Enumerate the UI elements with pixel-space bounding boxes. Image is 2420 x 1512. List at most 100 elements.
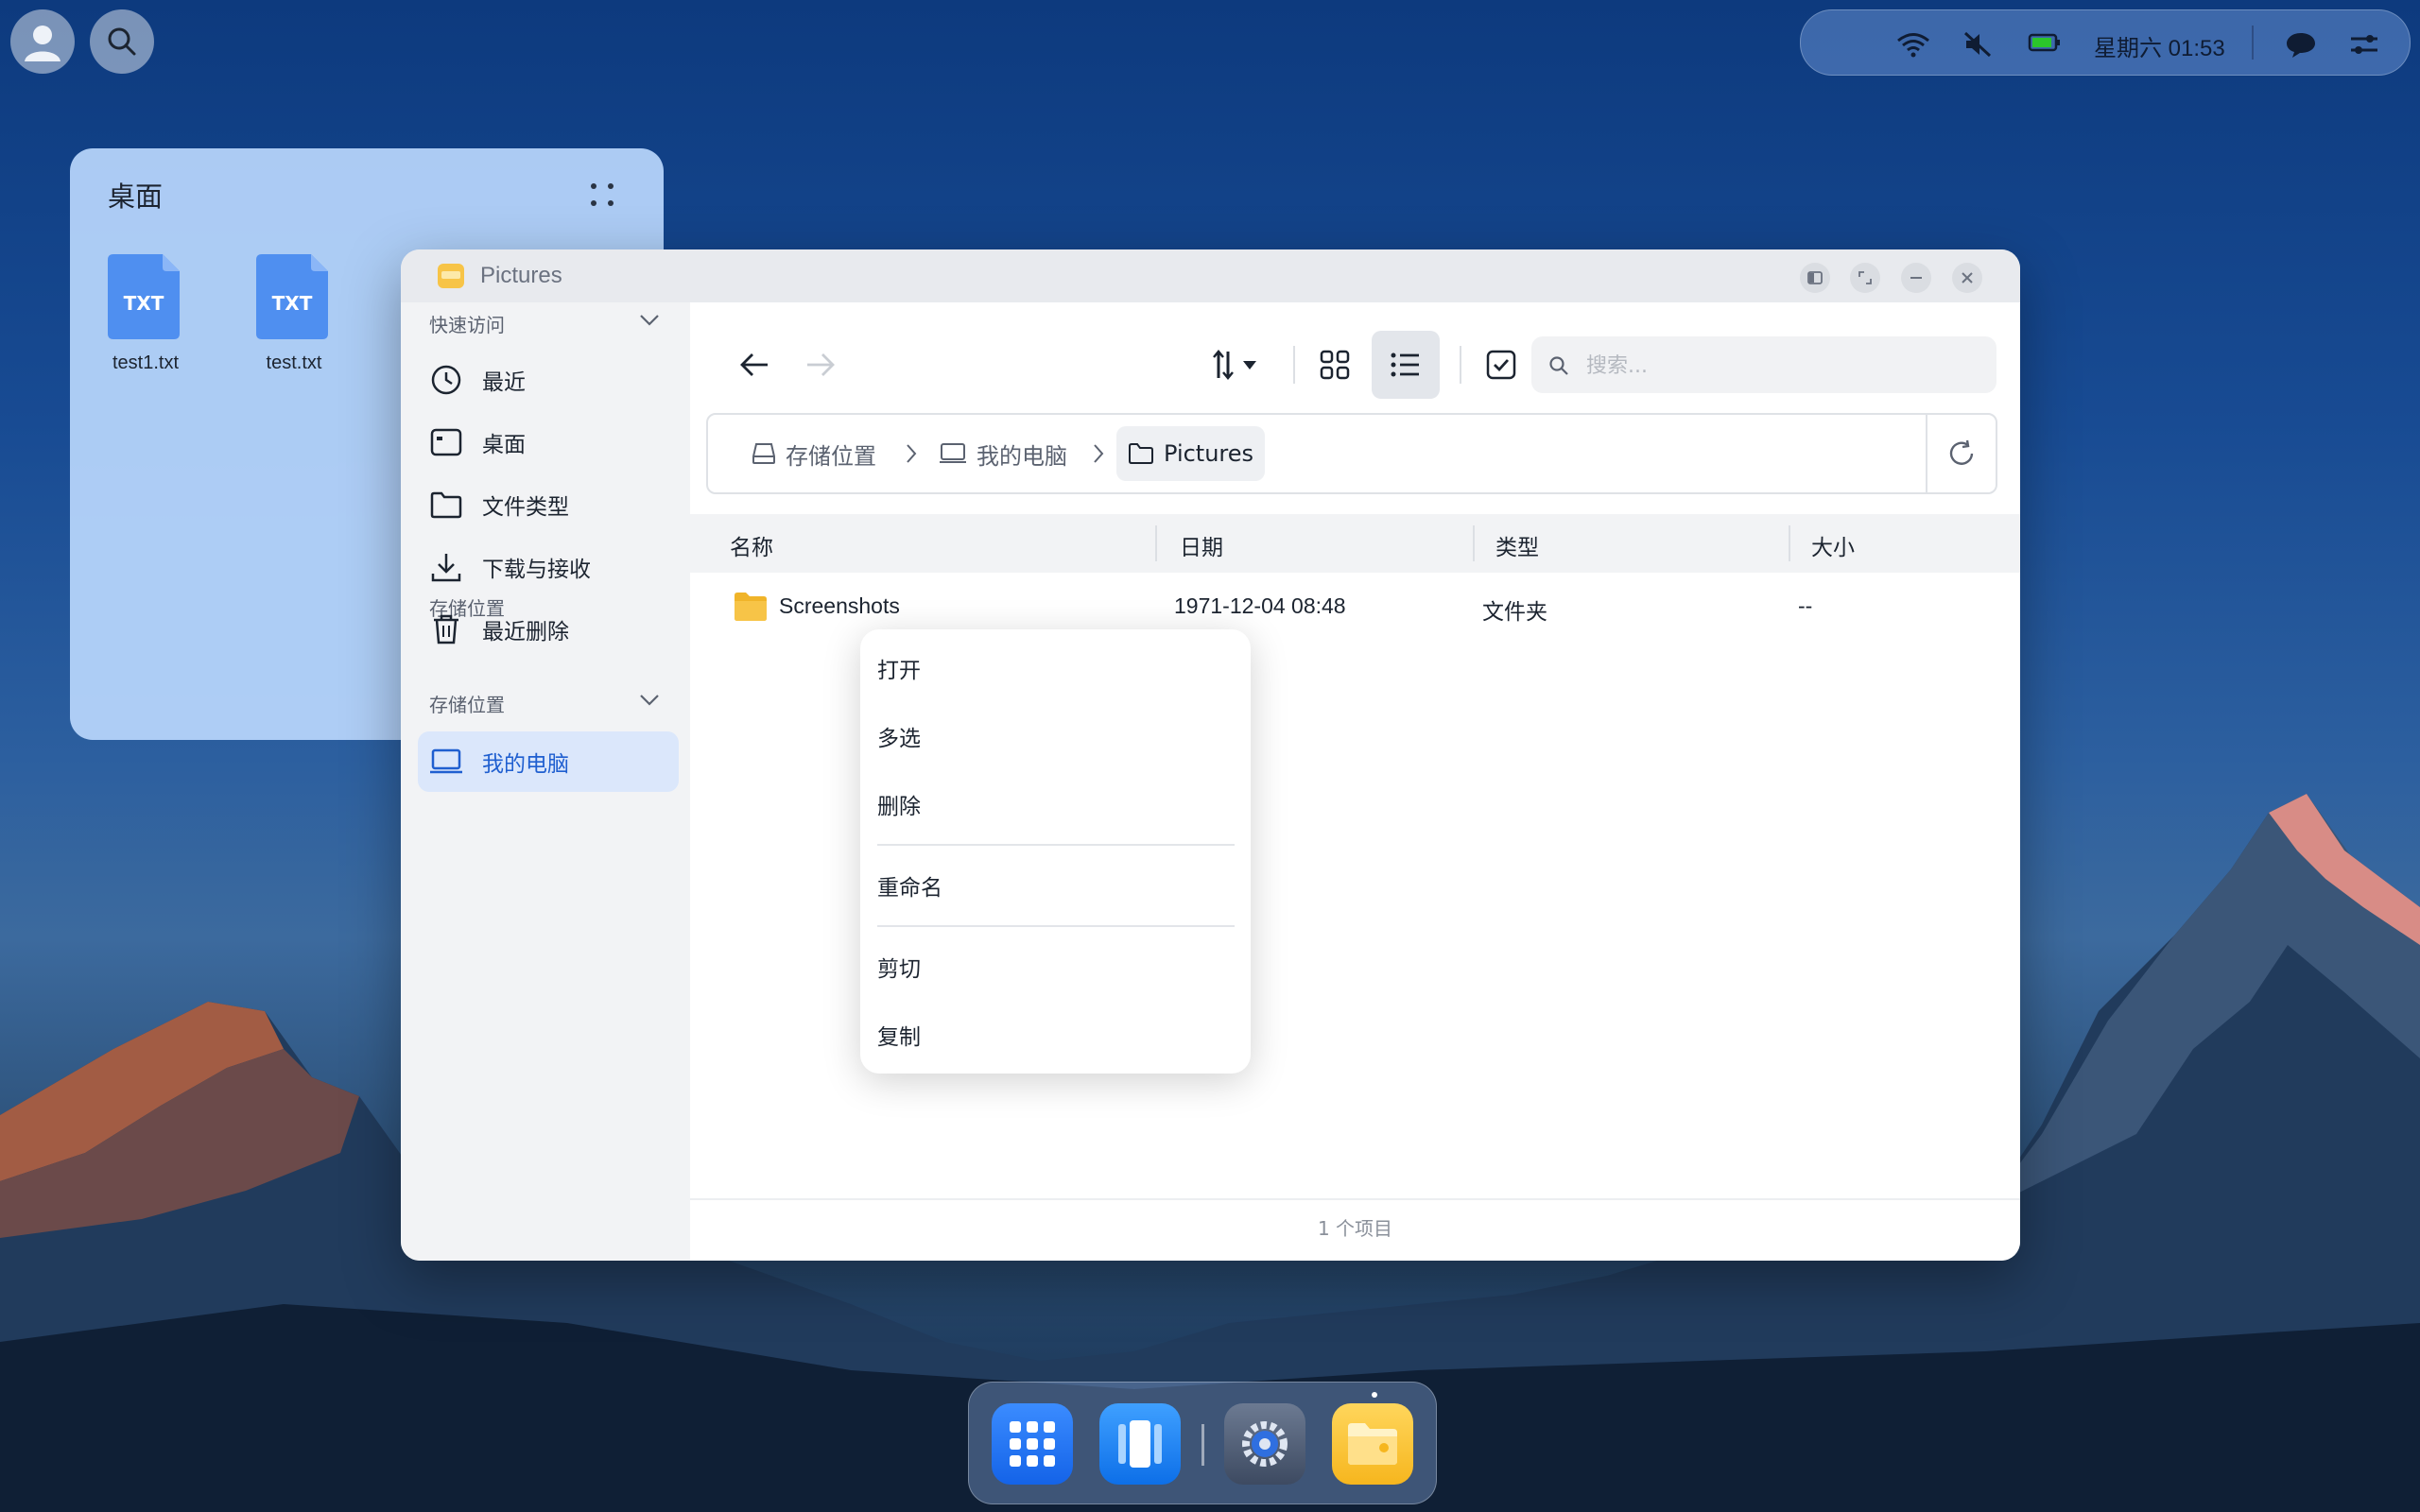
sidebar-toggle-button[interactable] xyxy=(1800,263,1830,293)
column-divider[interactable] xyxy=(1789,525,1790,561)
download-icon xyxy=(431,554,461,582)
user-icon xyxy=(25,26,60,61)
close-button[interactable] xyxy=(1952,263,1982,293)
minimize-button[interactable] xyxy=(1901,263,1931,293)
quick-access-header[interactable]: 快速访问 xyxy=(429,310,505,337)
storage-header-label[interactable]: 存储位置 xyxy=(429,690,505,717)
column-name[interactable]: 名称 xyxy=(730,529,773,561)
sidebar-item-recent[interactable]: 最近 xyxy=(418,350,679,410)
sidebar-item-recently-deleted[interactable]: 最近删除 xyxy=(418,599,679,660)
widget-title: 桌面 xyxy=(108,180,164,213)
menu-item-copy[interactable]: 复制 xyxy=(877,1019,921,1051)
column-divider[interactable] xyxy=(1473,525,1475,561)
folder-icon xyxy=(735,593,767,621)
folder-icon xyxy=(1129,443,1153,464)
chevron-right-icon xyxy=(907,444,917,463)
grid-view-icon xyxy=(1320,350,1350,380)
menu-item-multi-select[interactable]: 多选 xyxy=(877,720,921,752)
txt-file-icon[interactable]: TXT xyxy=(256,254,332,343)
txt-file-icon[interactable]: TXT xyxy=(108,254,183,343)
sidebar-item-desktop[interactable]: 桌面 xyxy=(418,412,679,472)
trash-icon xyxy=(434,614,458,644)
file-label[interactable]: test1.txt xyxy=(79,352,212,374)
mute-icon[interactable] xyxy=(1963,31,1992,58)
sort-button[interactable] xyxy=(1208,340,1270,389)
forward-button[interactable] xyxy=(800,344,841,386)
refresh-button[interactable] xyxy=(1926,415,1996,492)
item-count: 1 个项目 xyxy=(1317,1217,1393,1240)
sidebar-toggle-icon xyxy=(1807,271,1823,284)
laptop-icon xyxy=(430,748,462,774)
column-divider[interactable] xyxy=(1155,525,1157,561)
widget-menu-icon[interactable] xyxy=(588,180,616,209)
grid-view-button[interactable] xyxy=(1310,340,1359,389)
breadcrumb-pictures[interactable]: Pictures xyxy=(1116,426,1266,481)
maximize-icon xyxy=(1858,271,1872,284)
context-menu: 打开 多选 删除 重命名 剪切 复制 xyxy=(860,629,1251,1074)
menu-item-delete[interactable]: 删除 xyxy=(877,788,921,820)
menu-item-rename[interactable]: 重命名 xyxy=(877,869,942,902)
search-icon xyxy=(1549,356,1568,375)
svg-text:TXT: TXT xyxy=(272,292,313,315)
title-bar[interactable]: Pictures xyxy=(401,249,2020,302)
list-view-icon xyxy=(1391,352,1419,377)
search-button[interactable] xyxy=(90,9,154,74)
search-icon xyxy=(108,27,136,56)
file-label[interactable]: test.txt xyxy=(228,352,360,374)
dock-app-launcher[interactable] xyxy=(992,1403,1073,1485)
list-view-button[interactable] xyxy=(1372,331,1440,399)
clock[interactable]: 星期六 01:53 xyxy=(2094,29,2225,62)
sidebar-item-label: 最近 xyxy=(482,370,526,395)
refresh-icon xyxy=(1949,439,1974,465)
sidebar-item-my-computer[interactable]: 我的电脑 xyxy=(418,731,679,792)
user-avatar-button[interactable] xyxy=(10,9,75,74)
dock-app-files[interactable] xyxy=(1332,1403,1413,1485)
running-indicator xyxy=(1372,1392,1377,1398)
dock-app-multitask[interactable] xyxy=(1099,1403,1181,1485)
menu-item-open[interactable]: 打开 xyxy=(877,652,921,684)
chevron-down-icon[interactable] xyxy=(639,314,660,327)
drive-icon xyxy=(752,443,775,464)
row-date: 1971-12-04 08:48 xyxy=(1174,593,1346,618)
sidebar-item-file-types[interactable]: 文件类型 xyxy=(418,474,679,535)
dock-app-settings[interactable] xyxy=(1224,1403,1305,1485)
back-button[interactable] xyxy=(734,344,775,386)
files-folder-icon xyxy=(1348,1423,1397,1465)
breadcrumb-storage[interactable]: 存储位置 xyxy=(752,426,876,481)
menu-divider xyxy=(877,844,1235,846)
maximize-button[interactable] xyxy=(1850,263,1880,293)
battery-icon[interactable] xyxy=(2028,31,2062,54)
search-box[interactable] xyxy=(1531,336,1996,393)
sidebar-item-label: 桌面 xyxy=(482,433,526,457)
minimize-icon xyxy=(1910,277,1922,279)
sidebar-list: 快速访问 最近 桌面 文件类型 下载与接收 最近删除 存储位置 我的电脑 xyxy=(401,302,690,1261)
sidebar-item-label: 我的电脑 xyxy=(482,752,569,777)
breadcrumb: 存储位置 我的电脑 Pictures xyxy=(706,413,1997,494)
message-icon[interactable] xyxy=(2285,31,2317,60)
menu-divider xyxy=(877,925,1235,927)
column-type[interactable]: 类型 xyxy=(1495,529,1539,561)
multi-select-button[interactable] xyxy=(1477,340,1526,389)
status-area[interactable]: 星期六 01:53 xyxy=(1800,9,2411,76)
app-folder-icon xyxy=(438,264,464,288)
sidebar-item-label: 文件类型 xyxy=(482,495,569,520)
desktop-icon xyxy=(430,428,462,456)
dock xyxy=(968,1382,1437,1504)
app-grid-icon xyxy=(1010,1421,1055,1467)
row-name: Screenshots xyxy=(779,593,900,618)
sidebar-item-label: 下载与接收 xyxy=(482,558,591,582)
sidebar-item-label: 最近删除 xyxy=(482,620,569,644)
divider xyxy=(2252,26,2254,60)
wifi-icon[interactable] xyxy=(1895,31,1931,58)
control-center-icon[interactable] xyxy=(2349,31,2379,58)
menu-item-cut[interactable]: 剪切 xyxy=(877,951,921,983)
divider xyxy=(690,1198,2020,1200)
search-input[interactable] xyxy=(1584,346,1985,386)
sidebar-item-downloads[interactable]: 下载与接收 xyxy=(418,537,679,597)
breadcrumb-my-computer[interactable]: 我的电脑 xyxy=(939,426,1067,481)
sort-icon xyxy=(1213,350,1256,380)
column-date[interactable]: 日期 xyxy=(1180,529,1223,561)
chevron-down-icon[interactable] xyxy=(639,694,660,707)
column-size[interactable]: 大小 xyxy=(1811,529,1855,561)
divider xyxy=(1293,346,1295,384)
